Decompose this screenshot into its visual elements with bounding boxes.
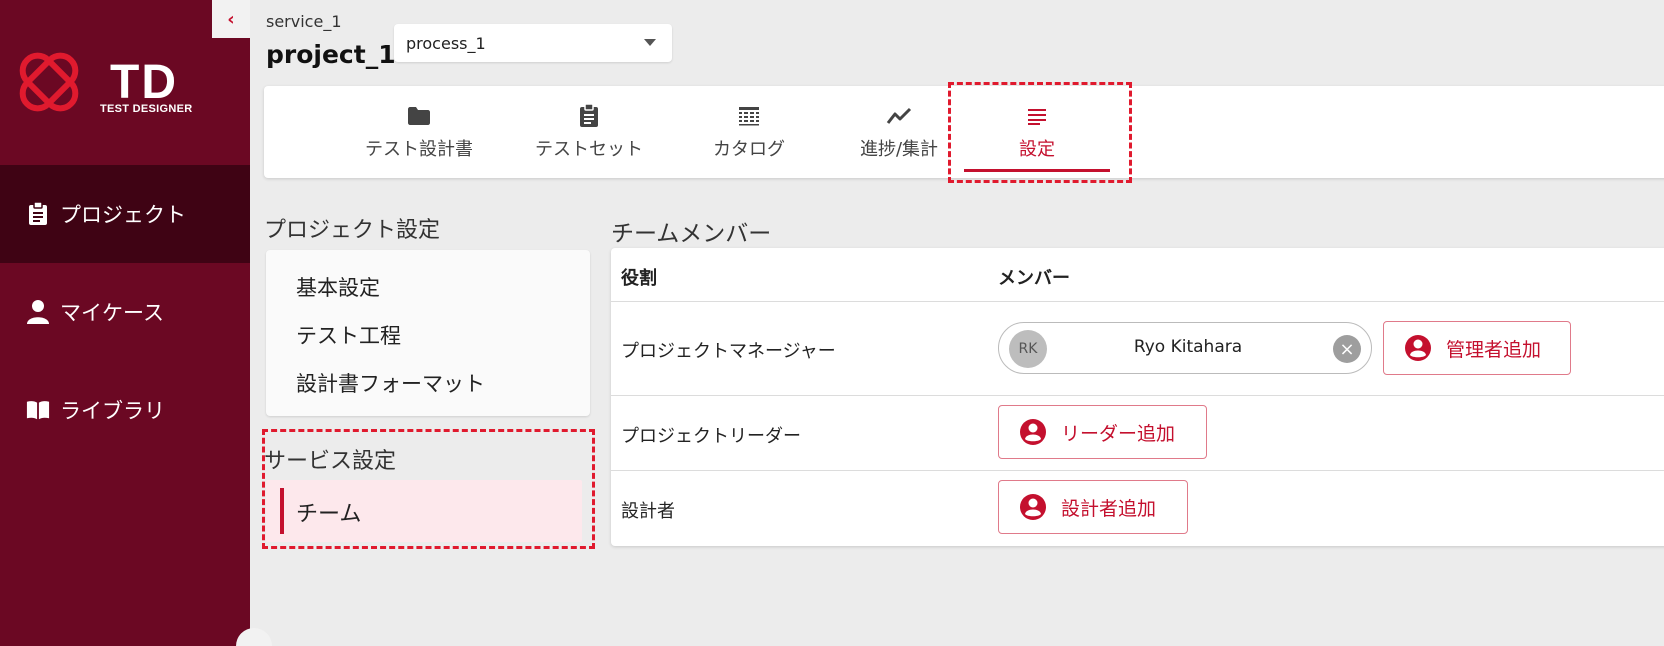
clipboard-list-icon [576,103,602,129]
add-manager-button[interactable]: 管理者追加 [1383,321,1571,375]
book-icon [26,398,50,422]
settings-item-design-format[interactable]: 設計書フォーマット [296,368,485,398]
add-button-label: リーダー追加 [1061,422,1176,445]
add-designer-button[interactable]: 設計者追加 [998,480,1188,534]
role-label: 設計者 [621,501,675,522]
person-icon [26,300,50,324]
sidebar-item-label: ライブラリ [60,399,165,423]
add-button-label: 管理者追加 [1446,338,1542,361]
sidebar-item-my-cases[interactable]: マイケース [0,263,250,361]
tab-settings[interactable]: 設定 [964,86,1110,178]
tab-label: テスト設計書 [365,139,473,160]
tab-test-design[interactable]: テスト設計書 [344,86,494,178]
member-chip: RK Ryo Kitahara × [998,322,1372,374]
account-circle-icon [1405,335,1431,361]
process-select[interactable]: process_1 [394,24,672,62]
project-settings-title: プロジェクト設定 [264,218,441,243]
tab-catalog[interactable]: カタログ [684,86,814,178]
settings-item-basic[interactable]: 基本設定 [296,272,380,302]
project-settings-menu: 基本設定 テスト工程 設計書フォーマット [266,250,590,416]
add-button-label: 設計者追加 [1061,497,1157,520]
tab-test-set[interactable]: テストセット [514,86,664,178]
table-icon [736,103,762,129]
tab-label: テストセット [535,139,643,160]
active-indicator [280,488,284,534]
sidebar: TD TEST DESIGNER プロジェクト マイケース ライブラリ [0,0,250,646]
trend-icon [886,103,912,129]
sidebar-item-library[interactable]: ライブラリ [0,361,250,459]
logo-text: TD [110,56,178,109]
service-name: service_1 [266,12,342,31]
account-circle-icon [1020,419,1046,445]
logo-subtitle: TEST DESIGNER [100,103,193,115]
logo-mark-icon [19,52,79,112]
table-header-row: 役割 メンバー [611,248,1664,302]
caret-down-icon [644,39,656,46]
role-label: プロジェクトリーダー [621,426,801,447]
add-leader-button[interactable]: リーダー追加 [998,405,1207,459]
list-icon [1024,103,1050,129]
folder-icon [406,103,432,129]
tab-label: 設定 [1019,139,1055,160]
settings-item-test-process[interactable]: テスト工程 [296,320,401,350]
tab-progress[interactable]: 進捗/集計 [834,86,964,178]
column-header-role: 役割 [621,268,657,289]
sidebar-item-label: プロジェクト [60,203,186,227]
tab-label: カタログ [713,139,785,160]
process-select-value: process_1 [406,34,486,53]
page-title: project_1 [266,40,396,69]
app-logo: TD TEST DESIGNER [12,45,212,125]
member-name: Ryo Kitahara [1133,337,1243,357]
account-circle-icon [1020,494,1046,520]
chevron-left-icon: ‹ [227,8,235,30]
remove-member-button[interactable]: × [1333,335,1361,363]
tab-label: 進捗/集計 [859,139,939,160]
column-header-member: メンバー [998,268,1070,289]
settings-item-team[interactable]: チーム [266,480,582,542]
sidebar-item-project[interactable]: プロジェクト [0,165,250,263]
role-label: プロジェクトマネージャー [621,341,836,362]
settings-item-label: チーム [296,502,362,527]
service-settings-title: サービス設定 [264,449,397,474]
team-table: 役割 メンバー プロジェクトマネージャー RK Ryo Kitahara × 管… [611,248,1664,546]
team-title: チームメンバー [611,221,772,247]
tab-bar: テスト設計書 テストセット カタログ 進捗/集計 設定 [264,86,1664,178]
clipboard-icon [26,202,50,226]
avatar: RK [1009,330,1047,368]
collapse-sidebar-button[interactable]: ‹ [212,0,250,38]
close-icon: × [1339,338,1355,360]
sidebar-item-label: マイケース [60,301,164,325]
